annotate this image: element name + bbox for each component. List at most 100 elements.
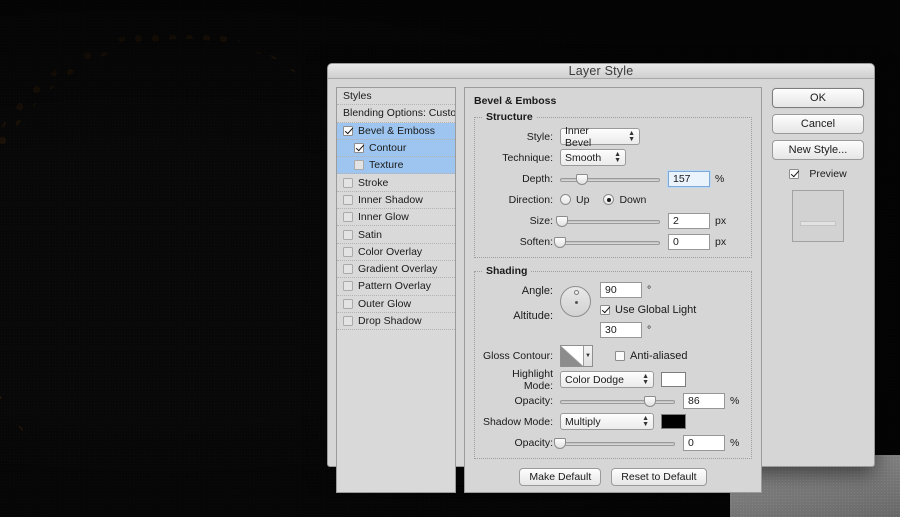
size-slider[interactable] (560, 215, 660, 227)
preview-label: Preview (809, 168, 846, 180)
soften-row: Soften: 0 px (482, 232, 744, 251)
direction-up-radio[interactable]: Up (560, 194, 589, 206)
technique-select[interactable]: Smooth ▲▼ (560, 149, 626, 166)
slider-track (560, 178, 660, 182)
style-item-drop-shadow[interactable]: Drop Shadow (337, 313, 455, 330)
shadow-opacity-value: 0 (688, 437, 694, 449)
soften-unit: px (715, 236, 726, 248)
style-item-label: Pattern Overlay (358, 280, 431, 292)
layer-style-dialog: Layer Style Styles Blending Options: Cus… (327, 63, 875, 467)
checkbox-icon[interactable] (343, 126, 353, 136)
checkbox-icon[interactable] (343, 212, 353, 222)
checkbox-icon[interactable] (600, 305, 610, 315)
style-item-pattern-overlay[interactable]: Pattern Overlay (337, 278, 455, 295)
highlight-mode-row: Highlight Mode: Color Dodge ▲▼ (482, 370, 744, 389)
shadow-opacity-input[interactable]: 0 (683, 435, 725, 451)
dialog-titlebar[interactable]: Layer Style (328, 64, 874, 79)
checkbox-icon[interactable] (343, 247, 353, 257)
structure-legend: Structure (482, 111, 537, 123)
dial-handle-icon[interactable] (574, 290, 579, 295)
checkbox-icon[interactable] (343, 178, 353, 188)
soften-slider[interactable] (560, 236, 660, 248)
reset-to-default-button[interactable]: Reset to Default (611, 468, 706, 486)
style-item-label: Contour (369, 142, 406, 154)
style-select[interactable]: Inner Bevel ▲▼ (560, 128, 640, 145)
checkbox-icon[interactable] (343, 230, 353, 240)
depth-input[interactable]: 157 (668, 171, 710, 187)
use-global-light-label: Use Global Light (615, 304, 696, 316)
soften-label: Soften: (482, 236, 560, 248)
style-item-inner-shadow[interactable]: Inner Shadow (337, 192, 455, 209)
altitude-label: Altitude: (513, 310, 553, 322)
angle-altitude-block: Angle: Altitude: (482, 279, 744, 339)
style-item-bevel-emboss[interactable]: Bevel & Emboss (337, 123, 455, 140)
cancel-button[interactable]: Cancel (772, 114, 864, 134)
style-item-inner-glow[interactable]: Inner Glow (337, 209, 455, 226)
gloss-contour-preview[interactable]: ▼ (560, 345, 593, 367)
slider-thumb[interactable] (554, 237, 566, 248)
style-item-contour[interactable]: Contour (337, 140, 455, 157)
chevron-down-icon[interactable]: ▼ (583, 346, 592, 366)
soften-input[interactable]: 0 (668, 234, 710, 250)
panel-footer: Make Default Reset to Default (474, 466, 752, 486)
use-global-light-row[interactable]: Use Global Light (600, 300, 744, 319)
style-item-satin[interactable]: Satin (337, 226, 455, 243)
dial-center-icon (575, 301, 578, 304)
panel-title: Bevel & Emboss (474, 95, 752, 107)
checkbox-icon[interactable] (343, 281, 353, 291)
checkbox-icon[interactable] (343, 264, 353, 274)
size-input[interactable]: 2 (668, 213, 710, 229)
shadow-opacity-slider[interactable] (560, 437, 675, 449)
slider-thumb[interactable] (644, 396, 656, 407)
angle-altitude-labels: Angle: Altitude: (482, 279, 560, 325)
checkbox-icon[interactable] (789, 169, 799, 179)
checkbox-icon[interactable] (354, 160, 364, 170)
direction-down-radio[interactable]: Down (603, 194, 646, 206)
depth-slider[interactable] (560, 173, 660, 185)
style-item-texture[interactable]: Texture (337, 157, 455, 174)
style-item-stroke[interactable]: Stroke (337, 174, 455, 191)
size-row: Size: 2 px (482, 211, 744, 230)
slider-thumb[interactable] (576, 174, 588, 185)
checkbox-icon[interactable] (354, 143, 364, 153)
highlight-mode-select[interactable]: Color Dodge ▲▼ (560, 371, 654, 388)
slider-thumb[interactable] (556, 216, 568, 227)
slider-thumb[interactable] (554, 438, 566, 449)
direction-up-label: Up (576, 194, 589, 206)
style-item-outer-glow[interactable]: Outer Glow (337, 296, 455, 313)
checkbox-icon[interactable] (615, 351, 625, 361)
blending-options-row[interactable]: Blending Options: Custom (337, 105, 455, 122)
checkbox-icon[interactable] (343, 316, 353, 326)
highlight-mode-value: Color Dodge (565, 374, 624, 386)
make-default-button[interactable]: Make Default (519, 468, 601, 486)
angle-dial[interactable] (560, 286, 591, 317)
altitude-input[interactable]: 30 (600, 322, 642, 338)
shadow-color-swatch[interactable] (661, 414, 686, 429)
angle-input[interactable]: 90 (600, 282, 642, 298)
style-item-color-overlay[interactable]: Color Overlay (337, 244, 455, 261)
altitude-value-row: 30 ° (600, 320, 744, 339)
blending-options-label: Blending Options: Custom (343, 107, 456, 119)
new-style-button[interactable]: New Style... (772, 140, 864, 160)
anti-aliased-checkbox[interactable]: Anti-aliased (615, 350, 687, 362)
shading-group: Shading Angle: Altitude: (474, 265, 752, 459)
checkbox-icon[interactable] (343, 195, 353, 205)
highlight-color-swatch[interactable] (661, 372, 686, 387)
style-item-label: Satin (358, 229, 382, 241)
styles-list[interactable]: Styles Blending Options: Custom Bevel & … (336, 87, 456, 493)
highlight-opacity-slider[interactable] (560, 395, 675, 407)
angle-label-row: Angle: (482, 281, 560, 300)
checkbox-icon[interactable] (343, 299, 353, 309)
style-item-label: Outer Glow (358, 298, 411, 310)
preview-checkbox[interactable]: Preview (789, 168, 846, 180)
slider-track (560, 442, 675, 446)
highlight-opacity-input[interactable]: 86 (683, 393, 725, 409)
radio-icon[interactable] (603, 194, 614, 205)
styles-column: Styles Blending Options: Custom Bevel & … (336, 87, 456, 493)
styles-list-header[interactable]: Styles (337, 88, 455, 105)
shadow-mode-select[interactable]: Multiply ▲▼ (560, 413, 654, 430)
style-item-gradient-overlay[interactable]: Gradient Overlay (337, 261, 455, 278)
radio-icon[interactable] (560, 194, 571, 205)
ok-button[interactable]: OK (772, 88, 864, 108)
preview-thumbnail (792, 190, 844, 242)
